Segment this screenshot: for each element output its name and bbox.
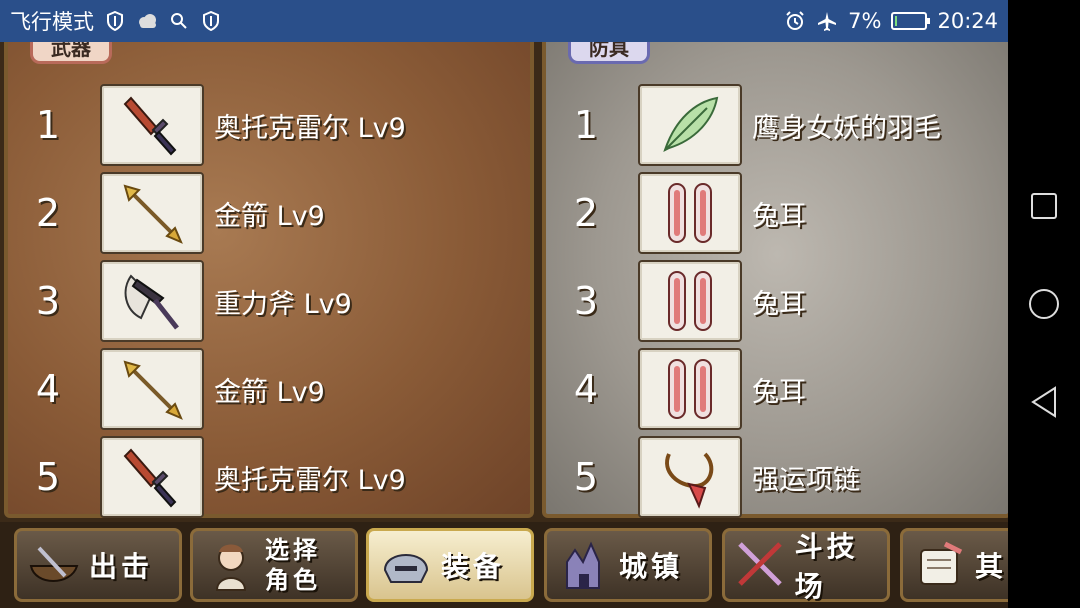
item-name: 重力斧 Lv9 <box>214 288 352 320</box>
item-name: 兔耳 <box>752 376 806 408</box>
feather-icon <box>638 84 742 166</box>
select-character-button[interactable]: 选择 角色 <box>190 528 358 602</box>
slot-number: 2 <box>35 191 61 235</box>
item-name: 奥托克雷尔 Lv9 <box>214 464 406 496</box>
slot-number: 3 <box>35 279 61 323</box>
rabbit-ears-icon <box>638 172 742 254</box>
slot-number: 4 <box>573 367 599 411</box>
select-label-line2: 角色 <box>265 566 321 594</box>
character-icon <box>199 534 261 596</box>
golden-arrow-icon <box>100 172 204 254</box>
helmet-icon <box>375 534 437 596</box>
necklace-icon <box>638 436 742 518</box>
slot-number: 4 <box>35 367 61 411</box>
equipment-button[interactable]: 装备 <box>366 528 534 602</box>
recent-apps-button[interactable] <box>1024 186 1064 226</box>
gravity-axe-icon <box>100 260 204 342</box>
sortie-label: 出击 <box>89 550 154 583</box>
rabbit-ears-icon <box>638 260 742 342</box>
rabbit-ears-icon <box>638 348 742 430</box>
item-name: 鹰身女妖的羽毛 <box>752 112 941 144</box>
town-button[interactable]: 城镇 <box>544 528 712 602</box>
other-button[interactable]: 其 <box>900 528 1008 602</box>
dark-sword-icon <box>100 436 204 518</box>
slot-number: 5 <box>573 455 599 499</box>
slot-number: 5 <box>35 455 61 499</box>
weapon-slot-3[interactable]: 3 重力斧 Lv9 <box>26 260 352 342</box>
select-character-label: 选择 角色 <box>265 535 321 595</box>
search-icon <box>168 10 190 32</box>
slot-number: 2 <box>573 191 599 235</box>
sortie-button[interactable]: 出击 <box>14 528 182 602</box>
armor-slot-2[interactable]: 2 兔耳 <box>564 172 806 254</box>
item-name: 金箭 Lv9 <box>214 376 325 408</box>
home-button[interactable] <box>1024 284 1064 324</box>
airplane-icon <box>816 10 838 32</box>
town-label: 城镇 <box>619 550 684 583</box>
golden-arrow-icon <box>100 348 204 430</box>
item-name: 兔耳 <box>752 288 806 320</box>
bottom-nav: 出击 选择 角色 装备 城镇 斗技场 其 <box>0 522 1008 608</box>
armor-slot-4[interactable]: 4 兔耳 <box>564 348 806 430</box>
back-button[interactable] <box>1024 382 1064 422</box>
equipment-label: 装备 <box>441 550 506 583</box>
clock: 20:24 <box>937 9 998 33</box>
weapon-slot-2[interactable]: 2 金箭 Lv9 <box>26 172 325 254</box>
status-bar: 飞行模式 7% 20:24 <box>0 0 1008 42</box>
weapons-tab: 武器 <box>30 42 112 64</box>
ship-icon <box>23 534 85 596</box>
slot-number: 1 <box>35 103 61 147</box>
other-label: 其 <box>975 550 1008 583</box>
game-screen: 武器 1 奥托克雷尔 Lv9 2 金箭 Lv9 3 重力斧 Lv9 4 金箭 L… <box>0 42 1008 608</box>
shield-icon <box>104 10 126 32</box>
scroll-icon <box>909 534 971 596</box>
weapon-slot-1[interactable]: 1 奥托克雷尔 Lv9 <box>26 84 406 166</box>
armor-slot-1[interactable]: 1 鹰身女妖的羽毛 <box>564 84 941 166</box>
armor-slot-3[interactable]: 3 兔耳 <box>564 260 806 342</box>
item-name: 金箭 Lv9 <box>214 200 325 232</box>
item-name: 奥托克雷尔 Lv9 <box>214 112 406 144</box>
shield-icon <box>200 10 222 32</box>
arena-label: 斗技场 <box>794 530 859 603</box>
armor-tab: 防具 <box>568 42 650 64</box>
item-name: 兔耳 <box>752 200 806 232</box>
slot-number: 1 <box>573 103 599 147</box>
cloud-icon <box>136 10 158 32</box>
battery-icon <box>891 12 931 30</box>
alarm-icon <box>784 10 806 32</box>
slot-number: 3 <box>573 279 599 323</box>
select-label-line1: 选择 <box>265 536 321 564</box>
weapons-panel: 武器 1 奥托克雷尔 Lv9 2 金箭 Lv9 3 重力斧 Lv9 4 金箭 L… <box>4 42 534 518</box>
airplane-mode-text: 飞行模式 <box>10 10 94 34</box>
crossed-swords-icon <box>731 534 791 596</box>
arena-button[interactable]: 斗技场 <box>722 528 890 603</box>
weapon-slot-4[interactable]: 4 金箭 Lv9 <box>26 348 325 430</box>
battery-percent: 7% <box>848 9 882 33</box>
item-name: 强运项链 <box>752 464 860 496</box>
weapon-slot-5[interactable]: 5 奥托克雷尔 Lv9 <box>26 436 406 518</box>
android-nav-bar <box>1008 0 1080 608</box>
armor-panel: 防具 1 鹰身女妖的羽毛 2 兔耳 3 兔耳 4 兔耳 5 强运项链 <box>542 42 1008 518</box>
castle-icon <box>553 534 615 596</box>
armor-slot-5[interactable]: 5 强运项链 <box>564 436 860 518</box>
dark-sword-icon <box>100 84 204 166</box>
